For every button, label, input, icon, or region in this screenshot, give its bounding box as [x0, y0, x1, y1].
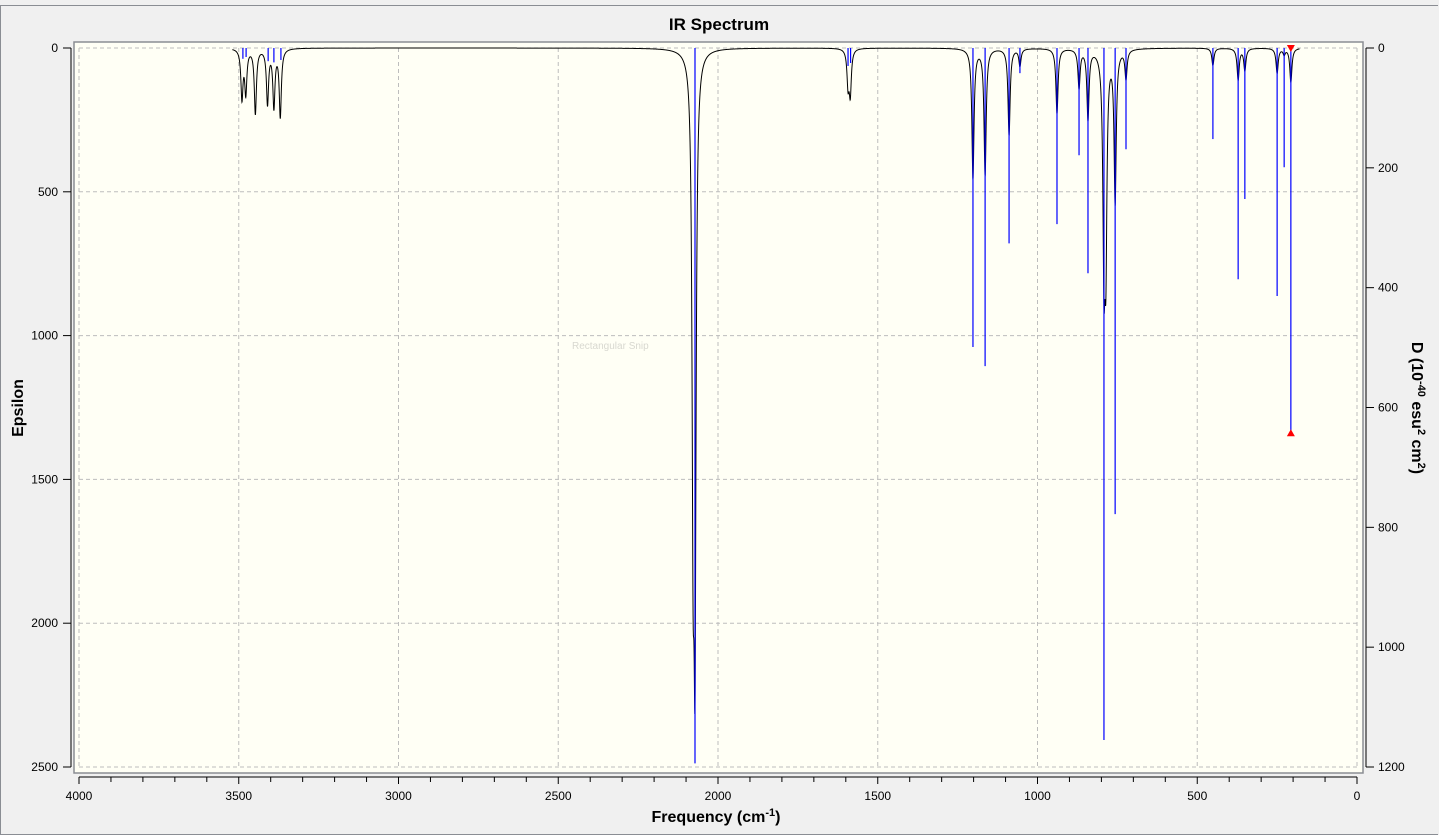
left-tick-label: 1000 [31, 329, 58, 343]
right-tick-label: 0 [1378, 41, 1385, 55]
bottom-tick-label: 1000 [1024, 789, 1051, 803]
x-axis-label-end: ) [775, 809, 780, 826]
bottom-tick-label: 1500 [864, 789, 891, 803]
bottom-tick-label: 3500 [225, 789, 252, 803]
y-axis-label: Epsilon [10, 379, 27, 437]
bottom-tick-label: 2000 [705, 789, 732, 803]
y2-label-text: ) [1408, 469, 1425, 474]
y2-label-text: esu [1408, 397, 1425, 429]
bottom-tick-label: 3000 [385, 789, 412, 803]
snip-overlay-text: Rectangular Snip [572, 341, 649, 352]
left-tick-label: 500 [38, 185, 58, 199]
right-tick-label: 200 [1378, 161, 1398, 175]
bottom-tick-label: 500 [1187, 789, 1207, 803]
right-tick-label: 400 [1378, 281, 1398, 295]
right-tick-label: 800 [1378, 520, 1398, 534]
y2-label-text: D (10 [1408, 342, 1425, 381]
right-tick-label: 1200 [1378, 760, 1405, 774]
left-tick-label: 2500 [31, 760, 58, 774]
right-tick-label: 600 [1378, 401, 1398, 415]
left-tick-label: 2000 [31, 616, 58, 630]
bottom-tick-label: 4000 [66, 789, 93, 803]
chart-title: IR Spectrum [669, 15, 769, 34]
x-axis-label-sup: -1 [765, 807, 775, 819]
bottom-tick-label: 2500 [545, 789, 572, 803]
left-tick-label: 1500 [31, 472, 58, 486]
bottom-tick-label: 0 [1354, 789, 1361, 803]
y2-label-sup: -40 [1415, 381, 1427, 397]
x-axis-label: Frequency (cm-1) [652, 807, 781, 826]
left-tick-label: 0 [51, 41, 58, 55]
right-tick-label: 1000 [1378, 640, 1405, 654]
y2-axis-label: D (10-40 esu2 cm2) [1408, 342, 1427, 474]
ir-spectrum-chart[interactable]: 0 500 1000 1500 2000 2500 0 200 400 600 800 1000 120… [0, 0, 1439, 835]
y2-label-text: cm [1408, 435, 1425, 463]
x-axis-label-text: Frequency (cm [652, 809, 766, 826]
